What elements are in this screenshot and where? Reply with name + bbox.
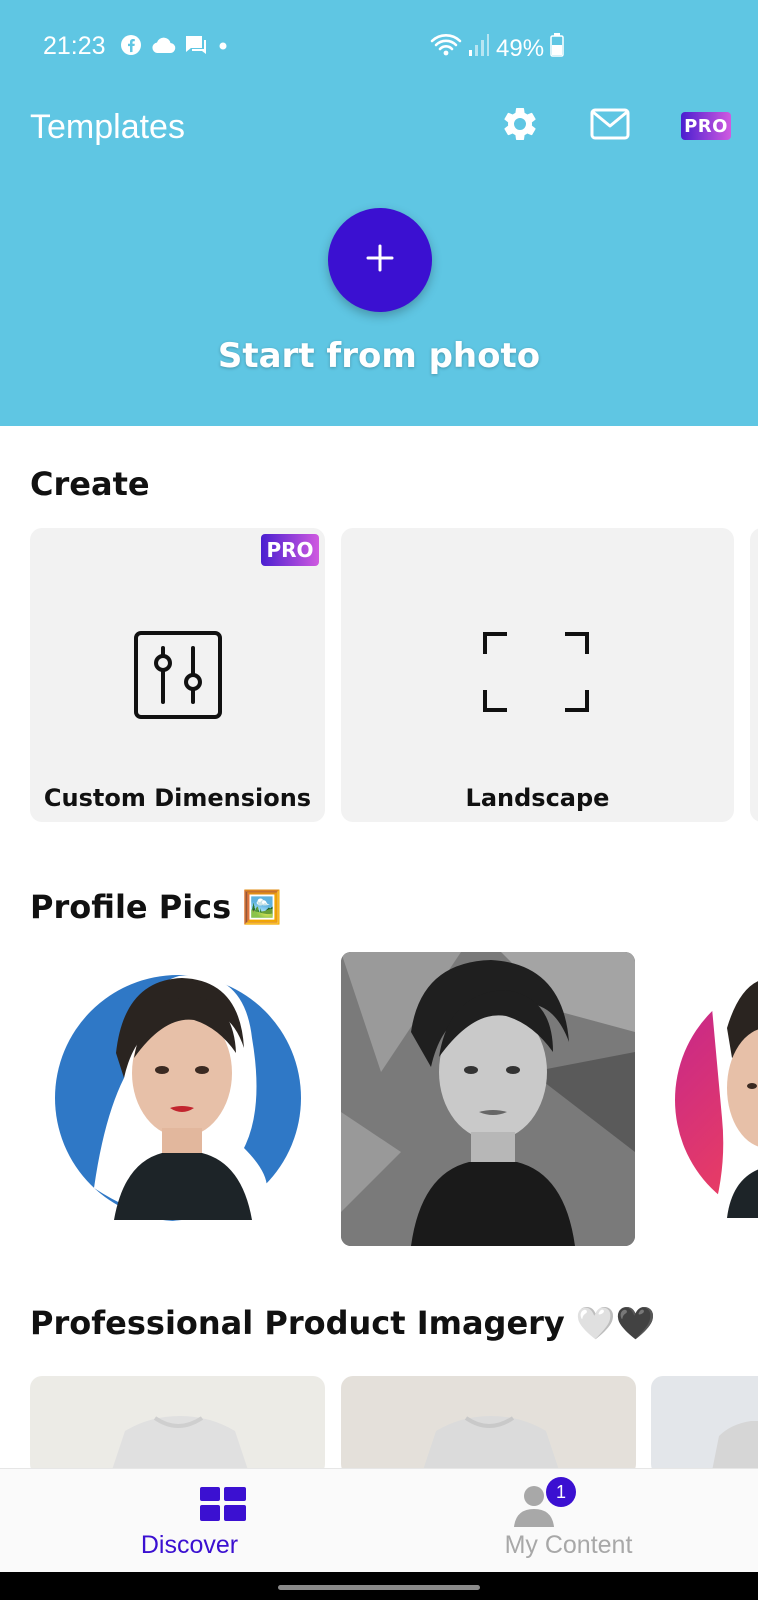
portrait-image <box>341 952 635 1246</box>
shirt-image <box>110 1416 250 1476</box>
product-template-card[interactable] <box>651 1376 758 1476</box>
product-template-card[interactable] <box>341 1376 636 1476</box>
product-section-title: Professional Product Imagery 🤍🖤 <box>30 1304 656 1342</box>
gear-icon <box>500 104 540 148</box>
portrait-image <box>55 975 301 1222</box>
battery-text: 49% <box>496 34 545 62</box>
tab-discover-label: Discover <box>140 1531 239 1559</box>
tab-discover[interactable]: Discover <box>0 1469 379 1573</box>
facebook-icon <box>120 34 142 60</box>
profile-pics-section-title: Profile Pics 🖼️ <box>30 888 283 926</box>
shirt-image <box>421 1416 561 1476</box>
card-label: Landscape <box>465 784 610 812</box>
messages-button[interactable] <box>588 104 632 148</box>
sliders-icon <box>133 630 223 724</box>
signal-icon <box>468 33 490 64</box>
product-template-card[interactable] <box>30 1376 325 1476</box>
mail-icon <box>590 108 630 144</box>
shirt-image <box>711 1421 758 1476</box>
frame-icon <box>483 632 589 716</box>
create-section-title: Create <box>30 465 150 503</box>
dot-icon <box>216 38 230 57</box>
settings-button[interactable] <box>498 104 542 148</box>
profile-pic-template-bw[interactable] <box>341 952 635 1246</box>
landscape-card[interactable]: Landscape <box>341 528 734 822</box>
start-from-photo-button[interactable] <box>328 208 432 312</box>
home-indicator[interactable] <box>278 1585 480 1590</box>
profile-pic-template-gradient[interactable] <box>672 968 758 1218</box>
start-from-photo-label[interactable]: Start from photo <box>0 336 758 376</box>
discover-grid-icon <box>200 1487 246 1527</box>
profile-pic-template-blue[interactable] <box>54 958 302 1222</box>
bottom-navigation: Discover My Content <box>0 1468 758 1572</box>
custom-dimensions-card[interactable]: PRO Custom Dimensions <box>30 528 325 822</box>
tab-my-content-label: My Content <box>504 1531 633 1559</box>
status-right: 49% <box>430 32 564 65</box>
cloud-icon <box>150 35 176 59</box>
portrait-image <box>675 970 758 1218</box>
notification-badge: 1 <box>546 1477 576 1507</box>
wifi-icon <box>430 32 462 65</box>
header: 21:23 49% Templates PRO Start from photo <box>0 0 758 426</box>
notification-icons <box>120 34 230 60</box>
more-create-card[interactable] <box>750 528 758 822</box>
pro-button[interactable]: PRO <box>681 112 731 140</box>
card-label: Custom Dimensions <box>43 784 312 812</box>
system-navigation-bar <box>0 1572 758 1600</box>
status-bar: 21:23 49% <box>0 0 758 94</box>
plus-icon <box>365 243 395 277</box>
status-time: 21:23 <box>43 32 106 60</box>
chat-icon <box>184 34 208 60</box>
pro-badge: PRO <box>261 534 319 566</box>
page-title: Templates <box>30 108 185 146</box>
battery-icon <box>550 33 564 64</box>
